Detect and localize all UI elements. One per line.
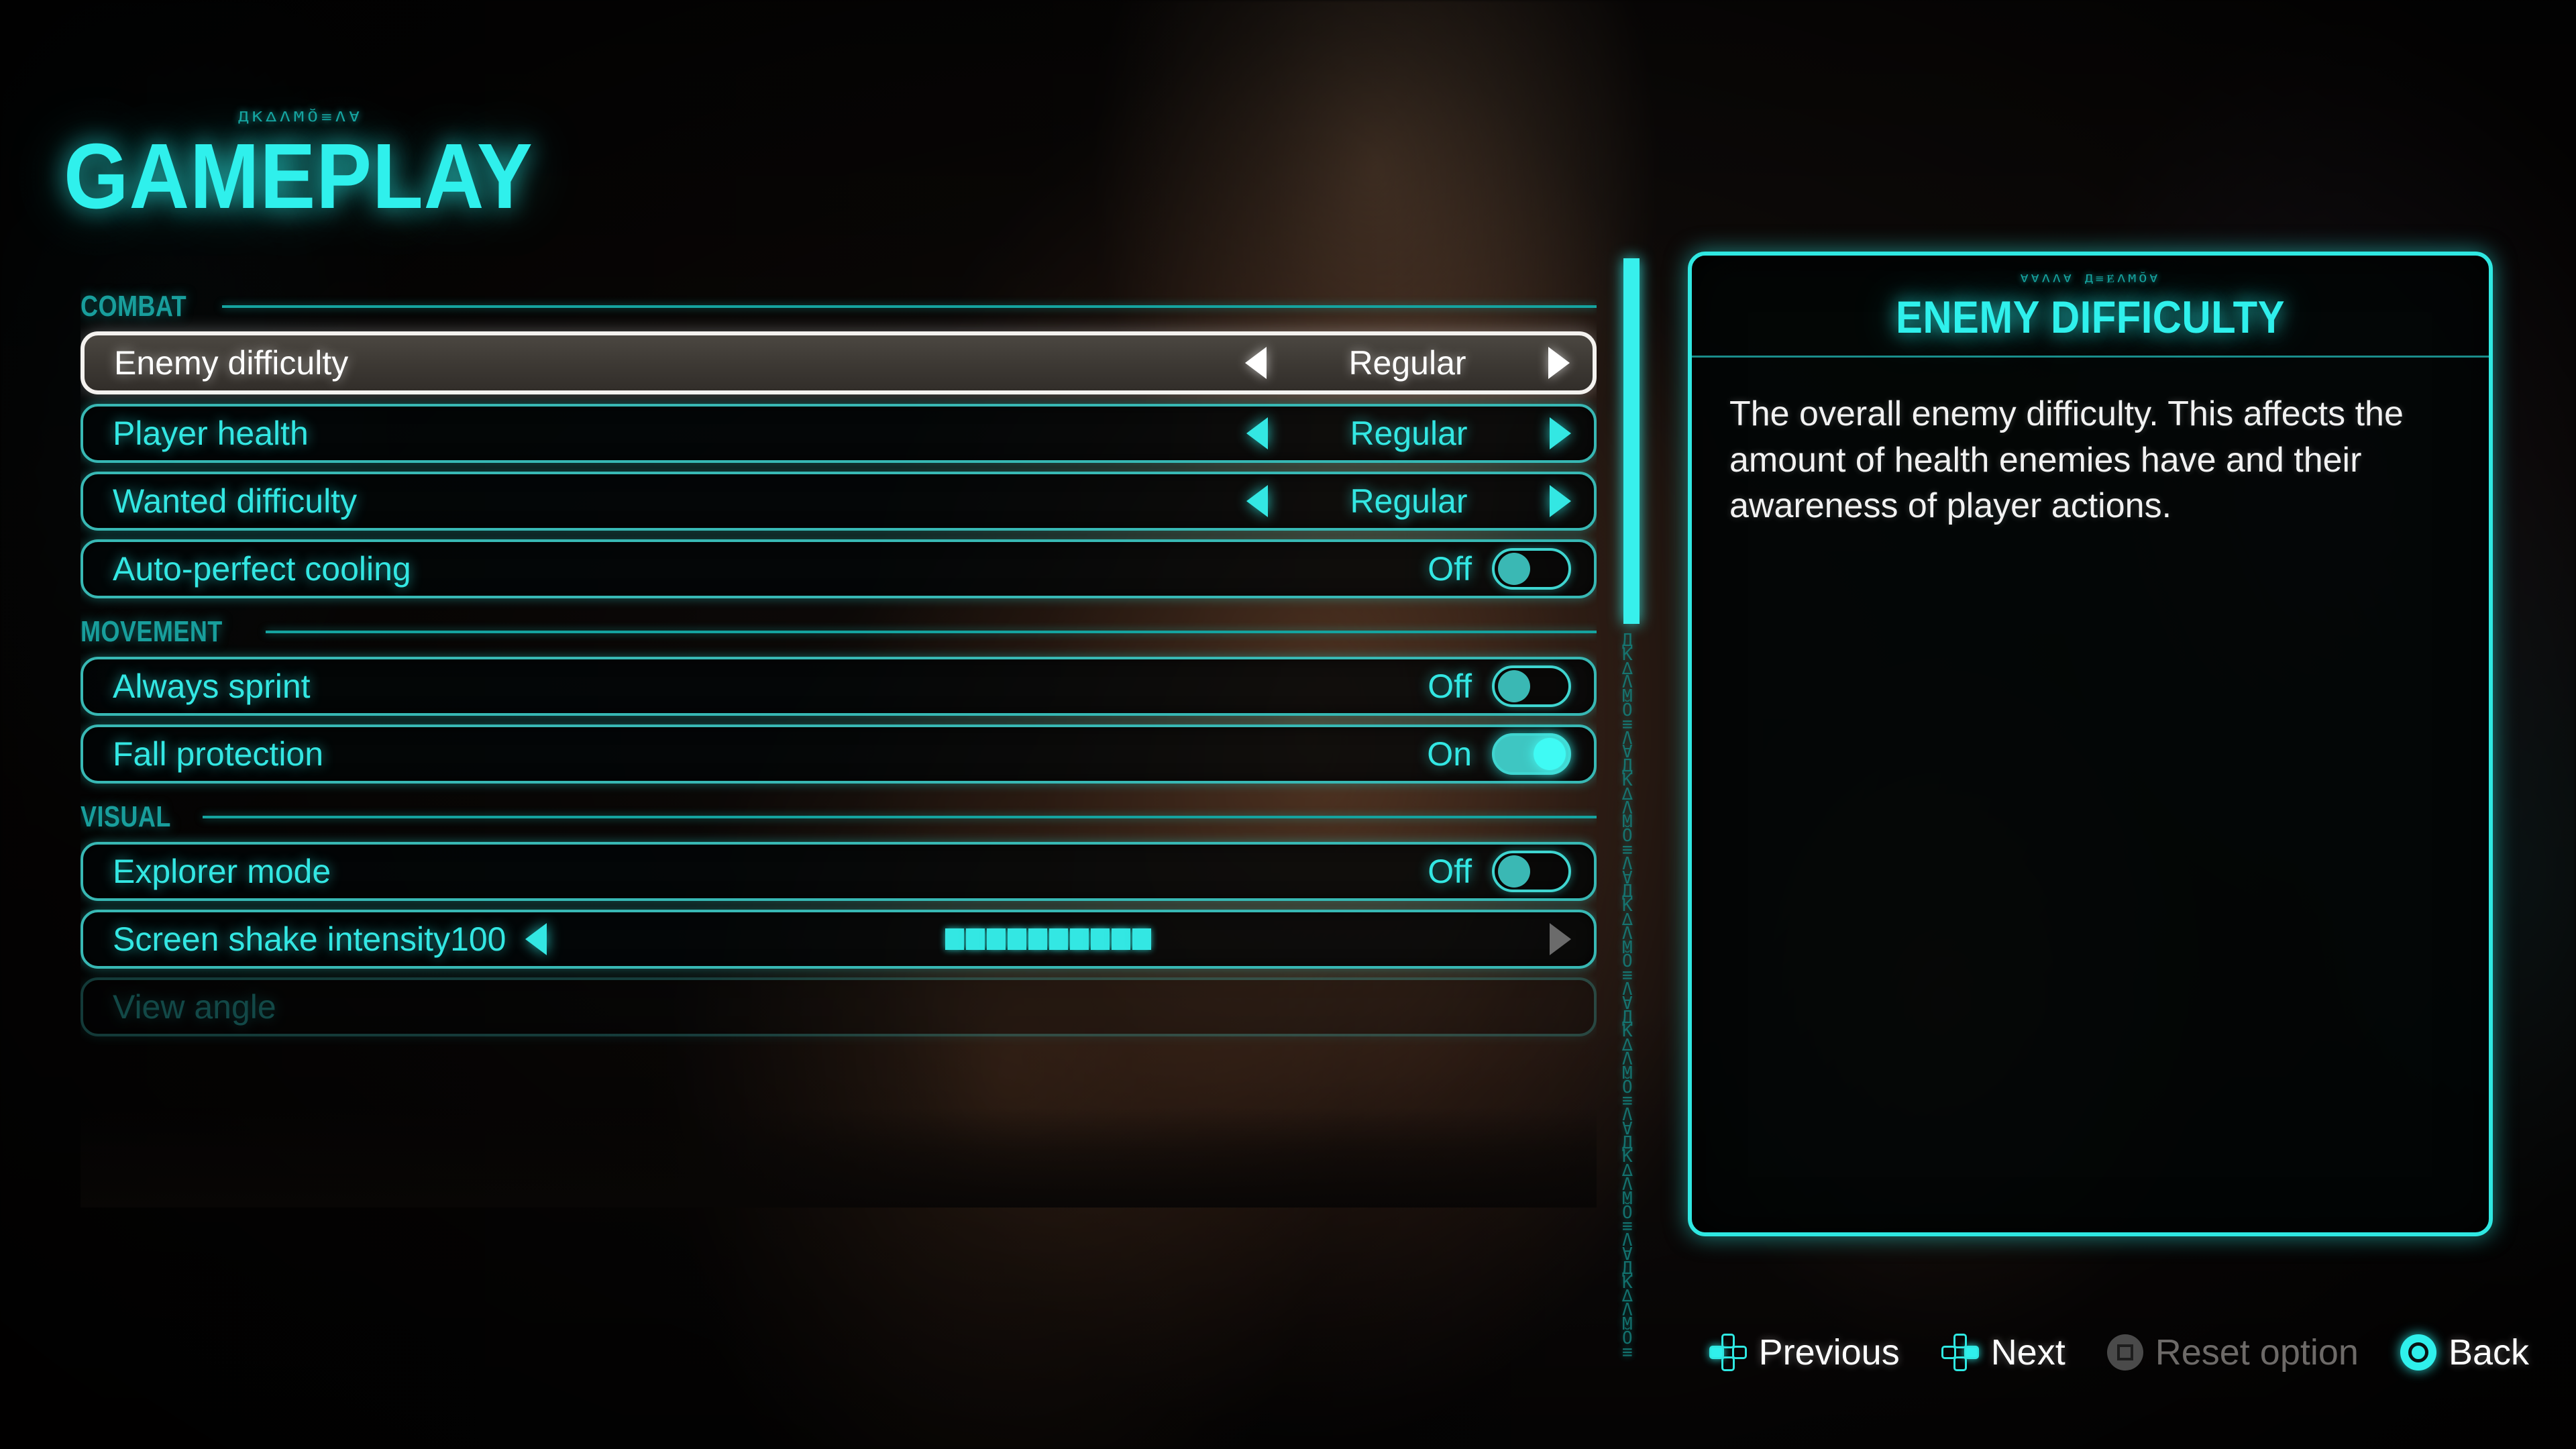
slider-segment — [1028, 928, 1047, 950]
hint-button-label: Previous — [1758, 1332, 1900, 1373]
setting-row[interactable]: Explorer mode Off — [80, 842, 1597, 901]
stepper-right-arrow-icon[interactable] — [1548, 347, 1570, 379]
stepper-value: Regular — [1350, 482, 1468, 520]
toggle-state-label: Off — [1428, 550, 1472, 588]
button-hint-bar: Previous Next Reset option Back — [1709, 1332, 2529, 1373]
setting-label: Fall protection — [113, 735, 324, 773]
toggle-state-label: Off — [1428, 667, 1472, 705]
hint-button-label: Reset option — [2155, 1332, 2359, 1373]
info-panel: ∀∀ΛɅ∀ Д≡ɆΛМŎ∀ ENEMY DIFFICULTY The overa… — [1688, 252, 2493, 1236]
scrollbar[interactable]: ДК∆ΛМŎ≡Ʌ∀ДК∆ΛМŎ≡Ʌ∀ДК∆ΛМŎ≡Ʌ∀ДК∆ΛМŎ≡Ʌ∀ДК∆Λ… — [1622, 258, 1640, 1361]
setting-label: Screen shake intensity — [113, 920, 451, 958]
setting-label: Player health — [113, 415, 309, 452]
circle-button-icon — [2400, 1334, 2436, 1371]
slider-segment — [1132, 928, 1151, 950]
hint-button-label: Next — [1990, 1332, 2065, 1373]
toggle-knob — [1534, 738, 1566, 770]
toggle-state-label: On — [1427, 735, 1472, 773]
square-button-icon — [2106, 1334, 2143, 1371]
slider-segment — [1069, 928, 1089, 950]
title-decoration-glyphs: ДК∆ΛМŎ≡Ʌ∀ — [238, 109, 363, 125]
section-label: COMBAT — [80, 290, 187, 323]
hint-button[interactable]: Back — [2400, 1332, 2529, 1373]
slider-track[interactable] — [945, 928, 1151, 950]
value-slider[interactable]: 100 — [450, 920, 1571, 959]
settings-list[interactable]: COMBAT Enemy difficulty Regular Player heal… — [80, 282, 1597, 1208]
toggle-switch[interactable] — [1492, 665, 1571, 707]
page-title: GAMEPLAY — [64, 125, 533, 228]
slider-segment — [1111, 928, 1130, 950]
slider-right-arrow-icon[interactable] — [1550, 923, 1571, 955]
scrollbar-thumb[interactable] — [1623, 258, 1640, 624]
dpad-right-icon — [1941, 1334, 1979, 1371]
slider-segment — [965, 928, 985, 950]
toggle-switch[interactable] — [1492, 733, 1571, 775]
section-label: MOVEMENT — [80, 615, 223, 648]
setting-label: Wanted difficulty — [113, 482, 358, 520]
stepper-right-arrow-icon[interactable] — [1550, 485, 1571, 517]
info-panel-decoration-glyphs: ∀∀ΛɅ∀ Д≡ɆΛМŎ∀ — [2020, 272, 2161, 285]
toggle-switch[interactable] — [1492, 851, 1571, 892]
slider-left-arrow-icon[interactable] — [525, 923, 547, 955]
slider-segment — [1007, 928, 1026, 950]
scrollbar-decoration-glyphs: ДК∆ΛМŎ≡Ʌ∀ДК∆ΛМŎ≡Ʌ∀ДК∆ΛМŎ≡Ʌ∀ДК∆ΛМŎ≡Ʌ∀ДК∆Λ… — [1622, 631, 1633, 1362]
setting-label: Always sprint — [113, 667, 311, 705]
toggle-switch[interactable] — [1492, 548, 1571, 590]
slider-segment — [986, 928, 1006, 950]
setting-row[interactable]: Fall protection On — [80, 724, 1597, 784]
hint-button[interactable]: Next — [1941, 1332, 2065, 1373]
setting-row[interactable]: Screen shake intensity 100 — [80, 910, 1597, 969]
stepper-left-arrow-icon[interactable] — [1246, 485, 1268, 517]
value-stepper[interactable]: Regular — [1245, 343, 1570, 382]
stepper-value: Regular — [1350, 415, 1468, 452]
section-label: VISUAL — [80, 800, 171, 833]
stepper-right-arrow-icon[interactable] — [1550, 417, 1571, 449]
slider-segment — [945, 928, 964, 950]
toggle-state-label: Off — [1428, 853, 1472, 890]
setting-row[interactable]: Enemy difficulty Regular — [80, 331, 1597, 394]
setting-label: View angle — [113, 988, 276, 1026]
stepper-left-arrow-icon[interactable] — [1245, 347, 1267, 379]
slider-segment — [1090, 928, 1110, 950]
hint-button[interactable]: Reset option — [2106, 1332, 2359, 1373]
section-header: VISUAL — [80, 792, 1597, 842]
setting-label: Enemy difficulty — [114, 344, 349, 382]
info-panel-title: ENEMY DIFFICULTY — [1896, 292, 2285, 343]
slider-value: 100 — [450, 920, 506, 958]
section-header: MOVEMENT — [80, 607, 1597, 657]
page-title-block: ДК∆ΛМŎ≡Ʌ∀ GAMEPLAY — [64, 107, 585, 223]
dpad-left-icon — [1709, 1334, 1747, 1371]
section-header: COMBAT — [80, 282, 1597, 331]
setting-label: Auto-perfect cooling — [113, 550, 411, 588]
setting-label: Explorer mode — [113, 853, 331, 890]
toggle-knob — [1498, 670, 1530, 702]
setting-row[interactable]: Auto-perfect cooling Off — [80, 539, 1597, 598]
setting-row[interactable]: Always sprint Off — [80, 657, 1597, 716]
info-panel-description: The overall enemy difficulty. This affec… — [1729, 394, 2404, 526]
toggle-knob — [1498, 855, 1530, 888]
hint-button-label: Back — [2448, 1332, 2529, 1373]
stepper-left-arrow-icon[interactable] — [1246, 417, 1268, 449]
stepper-value: Regular — [1348, 344, 1466, 382]
list-bottom-fade — [80, 1107, 1597, 1208]
setting-row[interactable]: View angle — [80, 977, 1597, 1036]
setting-row[interactable]: Player health Regular — [80, 404, 1597, 463]
info-panel-header: ∀∀ΛɅ∀ Д≡ɆΛМŎ∀ ENEMY DIFFICULTY — [1692, 256, 2489, 358]
value-stepper[interactable]: Regular — [1246, 414, 1571, 453]
hint-button[interactable]: Previous — [1709, 1332, 1900, 1373]
value-stepper[interactable]: Regular — [1246, 482, 1571, 521]
toggle-knob — [1498, 553, 1530, 585]
section-divider — [266, 631, 1597, 633]
section-divider — [221, 305, 1597, 308]
slider-segment — [1049, 928, 1068, 950]
setting-row[interactable]: Wanted difficulty Regular — [80, 472, 1597, 531]
section-divider — [203, 816, 1597, 818]
